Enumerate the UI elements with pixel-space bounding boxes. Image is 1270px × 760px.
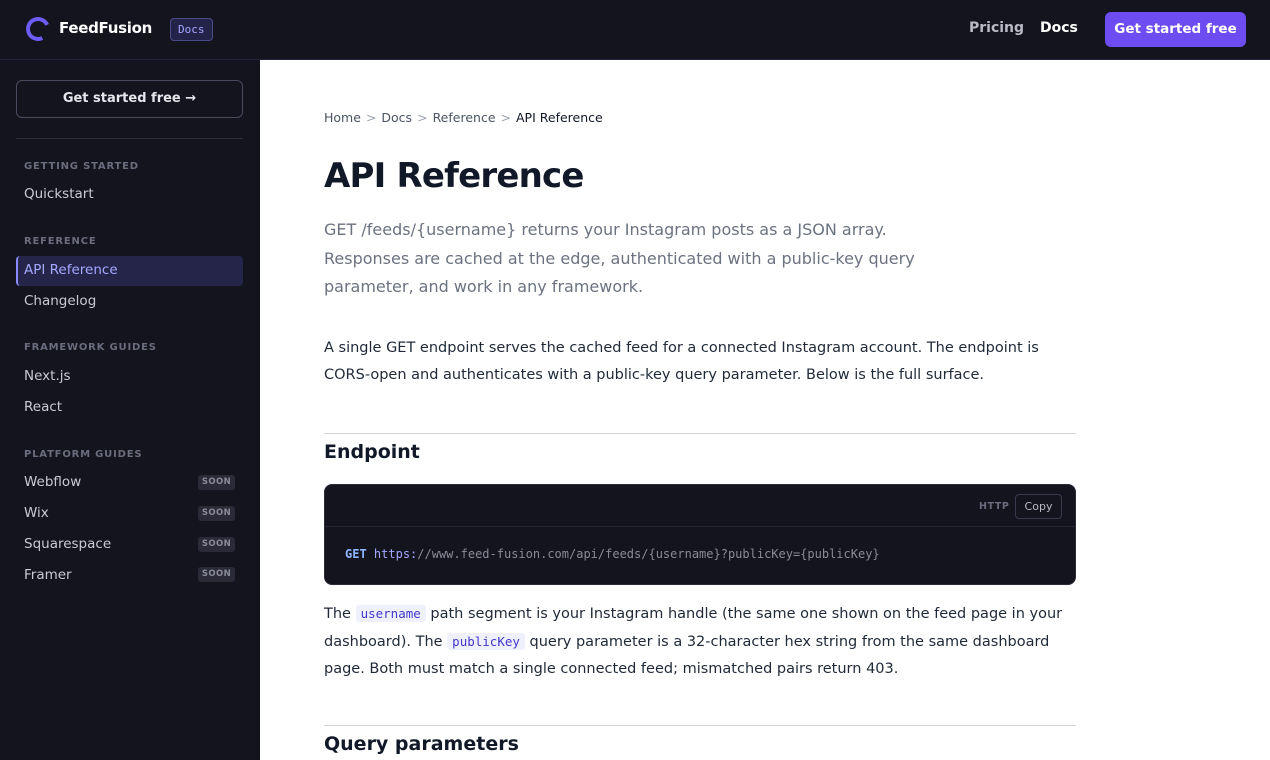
- section-divider: [324, 725, 1076, 726]
- url-path: //www.feed-fusion.com/api/feeds/{usernam…: [417, 547, 880, 561]
- sidebar-item-squarespace[interactable]: Squarespace: [24, 536, 111, 552]
- sidebar-divider: [16, 138, 243, 139]
- inline-code-publickey: publicKey: [447, 633, 525, 650]
- sidebar-get-started-button[interactable]: Get started free →: [16, 80, 243, 118]
- nav-link-pricing[interactable]: Pricing: [969, 20, 1024, 36]
- sidebar: Get started free → GETTING STARTED Quick…: [0, 60, 260, 760]
- sidebar-item-react[interactable]: React: [24, 399, 62, 415]
- sidebar-item-api-reference[interactable]: API Reference: [16, 256, 243, 286]
- breadcrumb-home[interactable]: Home: [324, 110, 361, 125]
- sidebar-section-reference: REFERENCE: [24, 236, 97, 247]
- page-lead: GET /feeds/{username} returns your Insta…: [324, 220, 915, 296]
- breadcrumb-reference[interactable]: Reference: [433, 110, 496, 125]
- sidebar-section-getting-started: GETTING STARTED: [24, 161, 139, 172]
- sidebar-item-framer[interactable]: Framer: [24, 567, 72, 583]
- breadcrumb-docs[interactable]: Docs: [381, 110, 412, 125]
- breadcrumb-current: API Reference: [516, 110, 603, 125]
- inline-code-username: username: [355, 605, 426, 622]
- sidebar-item-wix[interactable]: Wix: [24, 505, 49, 521]
- text-fragment: The: [324, 606, 356, 622]
- brand-name[interactable]: FeedFusion: [59, 19, 152, 37]
- get-started-button[interactable]: Get started free: [1105, 12, 1246, 47]
- endpoint-code-block: HTTP Copy GET https://www.feed-fusion.co…: [324, 484, 1076, 585]
- intro-paragraph: A single GET endpoint serves the cached …: [324, 340, 1039, 383]
- sidebar-section-platform-guides: PLATFORM GUIDES: [24, 449, 143, 460]
- code-language-label: HTTP: [979, 501, 1010, 512]
- sidebar-item-nextjs[interactable]: Next.js: [24, 368, 71, 384]
- sidebar-section-framework-guides: FRAMEWORK GUIDES: [24, 342, 157, 353]
- sidebar-item-quickstart[interactable]: Quickstart: [24, 186, 94, 202]
- soon-badge: SOON: [198, 506, 235, 521]
- code-block-header: HTTP Copy: [325, 485, 1075, 527]
- http-method: GET: [345, 547, 367, 561]
- nav-link-docs[interactable]: Docs: [1040, 20, 1078, 36]
- copy-button[interactable]: Copy: [1015, 494, 1062, 519]
- soon-badge: SOON: [198, 567, 235, 582]
- soon-badge: SOON: [198, 475, 235, 490]
- top-navbar: FeedFusion Docs Pricing Docs Get started…: [0, 0, 1270, 60]
- feedfusion-logo-icon[interactable]: [22, 13, 54, 45]
- endpoint-url[interactable]: GET https://www.feed-fusion.com/api/feed…: [345, 547, 880, 561]
- query-parameters-heading: Query parameters: [324, 733, 519, 755]
- sidebar-item-label: API Reference: [24, 262, 118, 278]
- soon-badge: SOON: [198, 537, 235, 552]
- docs-badge: Docs: [170, 18, 213, 41]
- breadcrumb: Home > Docs > Reference > API Reference: [324, 110, 603, 125]
- path-params-paragraph: The username path segment is your Instag…: [324, 600, 1076, 683]
- sidebar-item-changelog[interactable]: Changelog: [24, 293, 96, 309]
- page-title: API Reference: [324, 156, 584, 196]
- section-divider: [324, 433, 1076, 434]
- url-scheme: https:: [373, 547, 418, 561]
- endpoint-heading: Endpoint: [324, 441, 420, 463]
- sidebar-item-webflow[interactable]: Webflow: [24, 474, 81, 490]
